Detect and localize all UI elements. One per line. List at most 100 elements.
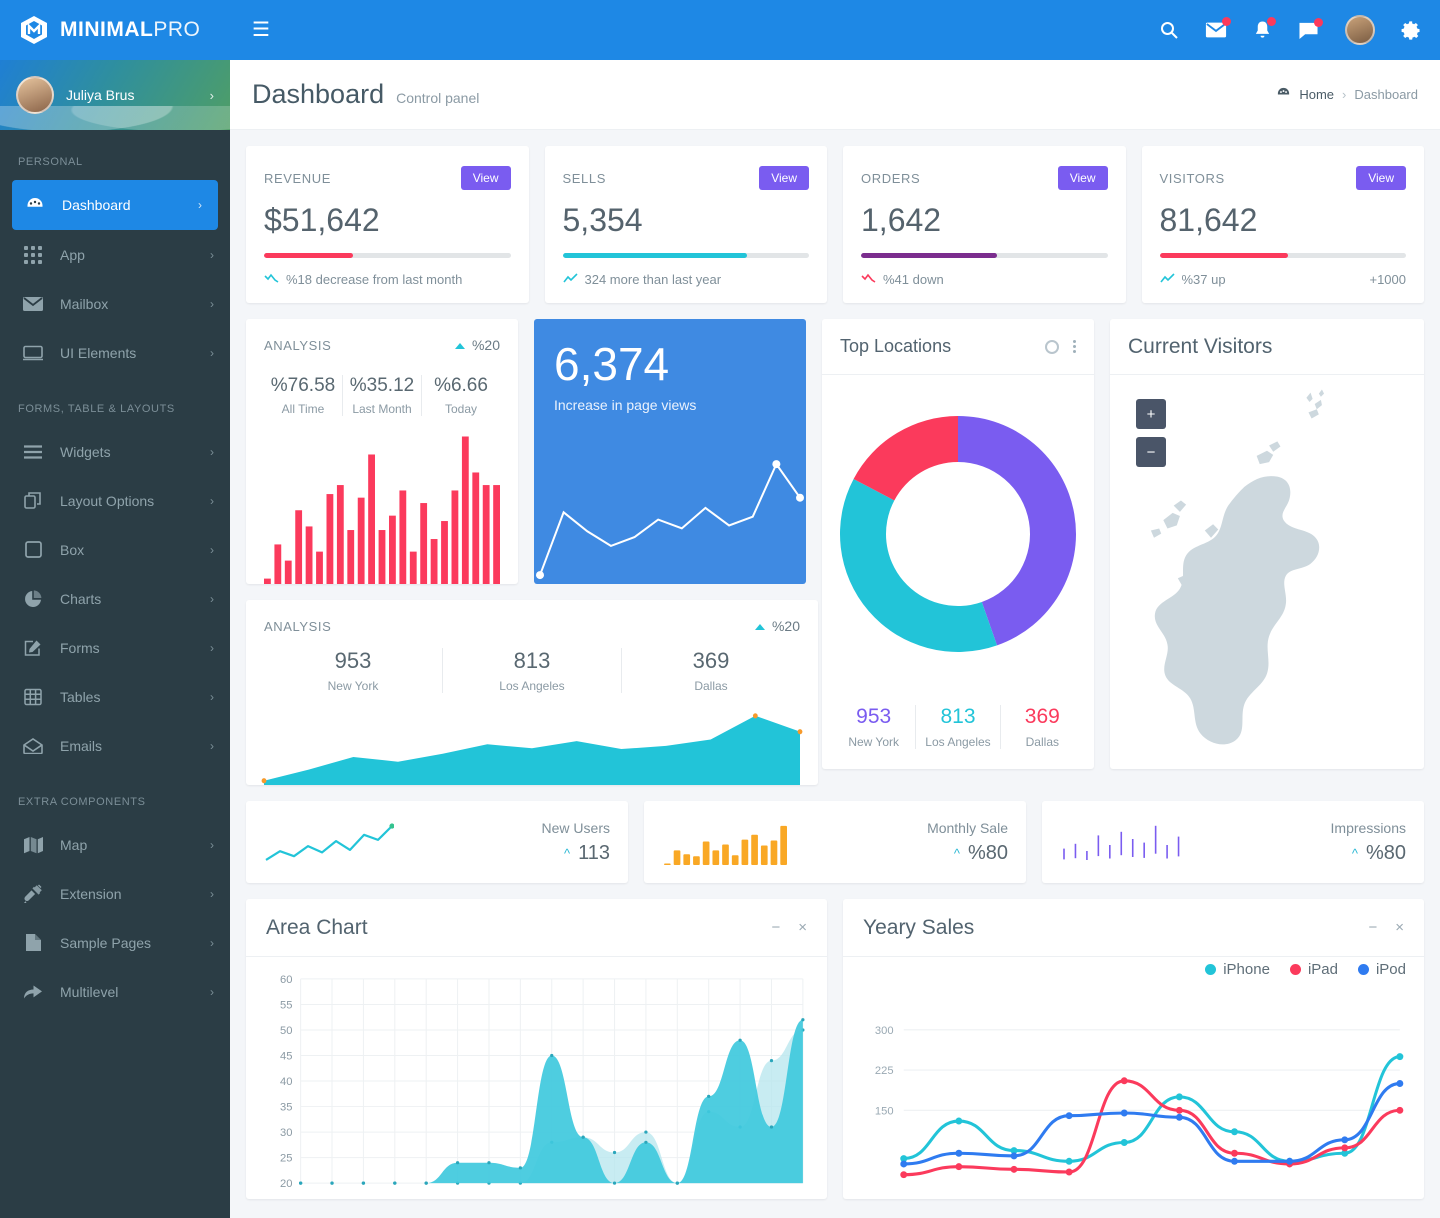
dashboard-scroll-area: REVENUE View $51,642 %18 decrease from last… xyxy=(230,130,1440,1218)
sidebar-item-dashboard[interactable]: Dashboard › xyxy=(12,180,218,230)
breadcrumb-home[interactable]: Home xyxy=(1299,87,1334,102)
mail-icon[interactable] xyxy=(1205,17,1231,40)
analysis-column-label: Los Angeles xyxy=(499,679,565,693)
current-visitors-card: Current Visitors + − xyxy=(1110,319,1424,769)
current-visitors-header: Current Visitors xyxy=(1110,319,1424,375)
legend-item-ipad[interactable]: iPad xyxy=(1289,961,1338,978)
stat-card-label: REVENUE xyxy=(264,170,332,186)
bell-badge xyxy=(1267,16,1276,26)
legend-label: iPad xyxy=(1307,961,1338,978)
map-zoom-out-button[interactable]: − xyxy=(1136,437,1166,467)
gear-icon[interactable] xyxy=(1401,20,1422,41)
svg-text:40: 40 xyxy=(280,1076,292,1088)
brand-text: MINIMALPRO xyxy=(60,18,200,42)
profile-avatar xyxy=(16,76,54,114)
sidebar-item-widgets[interactable]: Widgets › xyxy=(0,427,230,476)
stat-card-view-button[interactable]: View xyxy=(1356,166,1406,190)
trend-up-arrow-icon: ^ xyxy=(953,845,960,861)
minimize-icon[interactable]: − xyxy=(1368,919,1377,936)
chat-badge xyxy=(1314,17,1323,27)
svg-text:55: 55 xyxy=(280,1000,292,1012)
app-logo-icon xyxy=(18,14,50,46)
edit-icon xyxy=(22,639,44,657)
chat-icon[interactable] xyxy=(1298,17,1323,40)
sidebar-item-multilevel[interactable]: Multilevel › xyxy=(0,967,230,1016)
mini-widget-label: Impressions xyxy=(1330,819,1406,836)
stat-card-view-button[interactable]: View xyxy=(1057,166,1108,190)
sidebar-profile[interactable]: Juliya Brus › xyxy=(0,60,230,130)
more-vertical-icon[interactable] xyxy=(1073,340,1076,353)
stat-card-visitors: VISITORS View 81,642 %37 up +1000 xyxy=(1141,146,1424,303)
mini-widget-label: Monthly Sale xyxy=(927,819,1008,836)
brand-logo-area[interactable]: MINIMALPRO xyxy=(0,0,230,60)
map-zoom-controls: + − xyxy=(1136,399,1166,467)
sidebar-item-extension[interactable]: Extension › xyxy=(0,869,230,918)
sidebar-item-app[interactable]: App › xyxy=(0,230,230,279)
close-icon[interactable]: × xyxy=(1395,919,1404,936)
sidebar-item-emails[interactable]: Emails › xyxy=(0,721,230,770)
trend-down-icon xyxy=(861,272,876,287)
sidebar: Juliya Brus › PERSONAL Dashboard › App › Mail… xyxy=(0,60,230,1218)
map-body[interactable]: + − xyxy=(1110,375,1424,769)
envelope-icon xyxy=(22,296,44,312)
mini-widget-values: Monthly Sale ^ %80 xyxy=(927,820,1008,865)
list-icon xyxy=(22,444,44,459)
avatar[interactable] xyxy=(1345,15,1375,45)
stat-card-foot-text: 324 more than last year xyxy=(584,272,722,287)
legend-item-ipod[interactable]: iPod xyxy=(1357,961,1406,978)
sidebar-item-charts[interactable]: Charts › xyxy=(0,574,230,623)
circle-icon[interactable] xyxy=(1045,339,1059,354)
sidebar-item-ui-elements[interactable]: UI Elements › xyxy=(0,328,230,377)
stat-card-view-button[interactable]: View xyxy=(460,166,511,190)
top-locations-card: Top Locations 953 New York 813 Los Angeles 3… xyxy=(822,319,1094,769)
analysis-column: 953 New York xyxy=(264,648,443,693)
minimize-icon[interactable]: − xyxy=(771,919,780,936)
sidebar-item-box[interactable]: Box › xyxy=(0,525,230,574)
sidebar-item-sample-pages[interactable]: Sample Pages › xyxy=(0,918,230,967)
analysis-big-header: ANALYSIS %20 xyxy=(264,618,800,634)
sidebar-item-label: Box xyxy=(60,541,85,558)
chevron-right-icon: › xyxy=(210,591,214,606)
page-views-card: 6,374 Increase in page views xyxy=(534,319,806,584)
stat-card-header: VISITORS View xyxy=(1160,166,1406,190)
sidebar-item-label: Forms xyxy=(60,639,100,656)
page-title: Dashboard xyxy=(252,79,385,109)
stat-card-foot-text: %18 decrease from last month xyxy=(286,272,463,287)
sidebar-item-map[interactable]: Map › xyxy=(0,820,230,869)
sidebar-item-layout-options[interactable]: Layout Options › xyxy=(0,476,230,525)
analysis-small-card: ANALYSIS %20 %76.58 All Time %35.12 Last Mo… xyxy=(246,319,518,584)
stat-card-progress-track xyxy=(264,253,511,258)
svg-text:20: 20 xyxy=(280,1178,292,1190)
map-zoom-in-button[interactable]: + xyxy=(1136,399,1166,429)
stat-card-view-button[interactable]: View xyxy=(759,166,809,190)
mini-widget-impressions: Impressions ^ %80 xyxy=(1042,801,1424,883)
chevron-right-icon: › xyxy=(210,935,214,950)
analysis-column: 369 Dallas xyxy=(622,648,800,693)
sidebar-item-mailbox[interactable]: Mailbox › xyxy=(0,279,230,328)
svg-text:50: 50 xyxy=(280,1025,292,1037)
analysis-big-columns: 953 New York 813 Los Angeles 369 Dallas xyxy=(264,648,800,693)
sidebar-item-forms[interactable]: Forms › xyxy=(0,623,230,672)
mini-widget-chart xyxy=(264,817,395,867)
chevron-right-icon: › xyxy=(210,247,214,262)
analysis-column-label: All Time xyxy=(281,402,325,416)
stat-card-revenue: REVENUE View $51,642 %18 decrease from last… xyxy=(246,146,529,303)
page-subtitle: Control panel xyxy=(396,90,480,106)
mini-widgets-row: New Users ^ 113 Monthly Sale ^ %80 Impressions… xyxy=(246,801,1424,883)
search-icon[interactable] xyxy=(1159,20,1179,40)
close-icon[interactable]: × xyxy=(798,919,807,936)
sidebar-section-title: FORMS, TABLE & LAYOUTS xyxy=(18,403,175,415)
yearly-sales-actions: − × xyxy=(1368,919,1404,936)
stat-card-header: REVENUE View xyxy=(264,166,511,190)
hamburger-icon[interactable]: ☰ xyxy=(252,20,270,40)
big-charts-row: Area Chart − × 20 25 30 35 40 45 50 55 60 Yeary … xyxy=(246,899,1424,1199)
bell-icon[interactable] xyxy=(1253,16,1276,41)
stat-card-value: $51,642 xyxy=(264,202,380,238)
analysis-column: %76.58 All Time xyxy=(264,375,343,416)
chevron-right-icon: › xyxy=(198,198,202,212)
sidebar-item-label: Extension xyxy=(60,885,122,902)
legend-item-iphone[interactable]: iPhone xyxy=(1205,961,1270,978)
sidebar-item-label: Layout Options xyxy=(60,492,155,509)
trend-up-icon xyxy=(562,272,578,287)
sidebar-item-tables[interactable]: Tables › xyxy=(0,672,230,721)
